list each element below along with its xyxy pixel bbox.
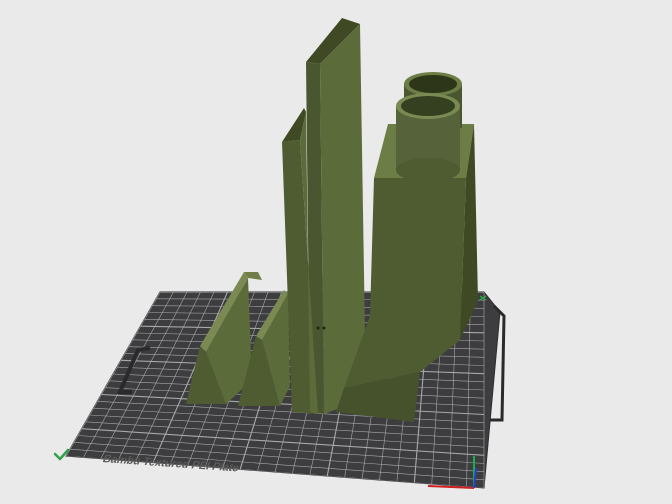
check-icon — [53, 448, 70, 461]
3d-viewport[interactable]: Bambu Textured PEI Plate — [0, 0, 672, 504]
model-tube-front[interactable] — [396, 93, 460, 182]
